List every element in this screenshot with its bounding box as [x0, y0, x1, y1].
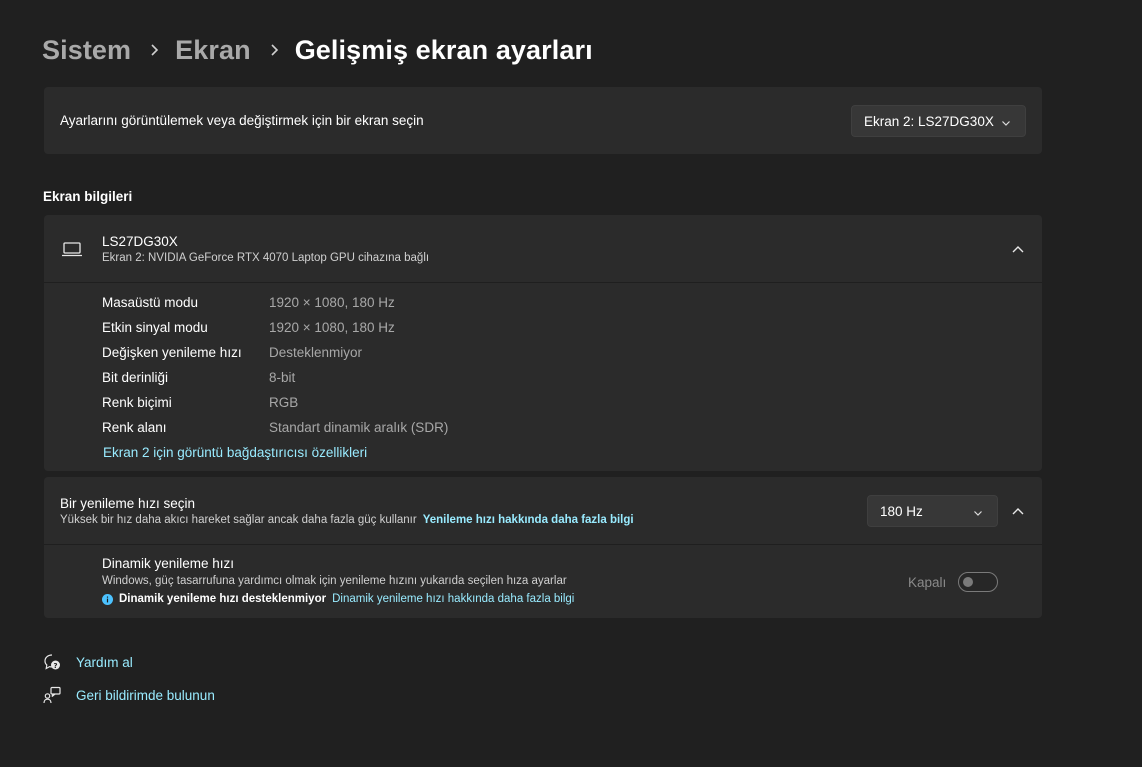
refresh-rate-description: Yüksek bir hız daha akıcı hareket sağlar…: [60, 514, 417, 526]
refresh-rate-description-row: Yüksek bir hız daha akıcı hareket sağlar…: [60, 514, 634, 526]
info-icon: [102, 593, 113, 605]
info-label: Masaüstü modu: [102, 294, 199, 310]
info-value: Standart dinamik aralık (SDR): [269, 419, 449, 435]
chevron-right-icon: [146, 42, 162, 58]
info-label: Renk biçimi: [102, 394, 172, 410]
collapse-refresh-rate-button[interactable]: [1003, 496, 1033, 526]
display-select-value: Ekran 2: LS27DG30X: [864, 113, 994, 129]
display-select-card: Ayarlarını görüntülemek veya değiştirmek…: [44, 87, 1042, 154]
collapse-display-info-button[interactable]: [1003, 234, 1033, 264]
feedback-link[interactable]: Geri bildirimde bulunun: [76, 688, 215, 703]
svg-text:?: ?: [53, 662, 57, 670]
feedback-icon: [42, 685, 62, 705]
refresh-rate-title: Bir yenileme hızı seçin: [60, 496, 196, 511]
laptop-icon: [61, 240, 83, 258]
chevron-down-icon: [1001, 116, 1011, 126]
info-value: 1920 × 1080, 180 Hz: [269, 294, 395, 310]
help-icon: ?: [42, 652, 62, 672]
info-row-color-format: Renk biçimi RGB: [102, 392, 298, 412]
info-label: Etkin sinyal modu: [102, 319, 208, 335]
refresh-rate-card: Bir yenileme hızı seçin Yüksek bir hız d…: [44, 477, 1042, 618]
display-select-dropdown[interactable]: Ekran 2: LS27DG30X: [851, 105, 1026, 137]
info-value: 8-bit: [269, 369, 296, 385]
dynamic-refresh-description: Windows, güç tasarrufuna yardımcı olmak …: [102, 575, 567, 587]
display-select-label: Ayarlarını görüntülemek veya değiştirmek…: [60, 113, 424, 128]
info-label: Değişken yenileme hızı: [102, 344, 242, 360]
display-subtitle: Ekran 2: NVIDIA GeForce RTX 4070 Laptop …: [102, 252, 430, 264]
breadcrumb: Sistem Ekran Gelişmiş ekran ayarları: [42, 30, 593, 70]
adapter-properties-link[interactable]: Ekran 2 için görüntü bağdaştırıcısı özel…: [103, 445, 367, 460]
info-row-variable-refresh: Değişken yenileme hızı Desteklenmiyor: [102, 342, 362, 362]
breadcrumb-sistem[interactable]: Sistem: [42, 35, 131, 66]
chevron-up-icon: [1012, 502, 1024, 520]
chevron-right-icon: [266, 42, 282, 58]
info-value: Desteklenmiyor: [269, 344, 363, 360]
display-name: LS27DG30X: [102, 234, 178, 249]
refresh-rate-value: 180 Hz: [880, 503, 923, 519]
info-value: RGB: [269, 394, 299, 410]
info-row-active-signal-mode: Etkin sinyal modu 1920 × 1080, 180 Hz: [102, 317, 395, 337]
feedback-link-row[interactable]: Geri bildirimde bulunun: [42, 685, 215, 705]
dynamic-refresh-title: Dinamik yenileme hızı: [102, 556, 235, 571]
info-row-bit-depth: Bit derinliği 8-bit: [102, 367, 295, 387]
dynamic-refresh-toggle-state: Kapalı: [908, 575, 947, 590]
divider: [44, 282, 1042, 283]
dynamic-refresh-learn-more-link[interactable]: Dinamik yenileme hızı hakkında daha fazl…: [332, 593, 574, 605]
help-link[interactable]: Yardım al: [76, 655, 133, 670]
dynamic-refresh-warning-row: Dinamik yenileme hızı desteklenmiyor Din…: [102, 593, 574, 605]
info-row-desktop-mode: Masaüstü modu 1920 × 1080, 180 Hz: [102, 292, 395, 312]
breadcrumb-ekran[interactable]: Ekran: [175, 35, 251, 66]
page-title: Gelişmiş ekran ayarları: [294, 34, 593, 65]
chevron-up-icon: [1012, 240, 1024, 258]
divider: [44, 544, 1042, 545]
info-label: Renk alanı: [102, 419, 167, 435]
refresh-rate-dropdown[interactable]: 180 Hz: [867, 495, 998, 527]
toggle-knob: [963, 577, 973, 587]
info-label: Bit derinliği: [102, 369, 169, 385]
chevron-down-icon: [973, 506, 983, 516]
section-title-display-info: Ekran bilgileri: [43, 189, 133, 204]
info-value: 1920 × 1080, 180 Hz: [269, 319, 395, 335]
refresh-rate-learn-more-link[interactable]: Yenileme hızı hakkında daha fazla bilgi: [423, 514, 634, 526]
dynamic-refresh-warning: Dinamik yenileme hızı desteklenmiyor: [119, 593, 327, 605]
dynamic-refresh-toggle[interactable]: [958, 572, 998, 592]
help-link-row[interactable]: ? Yardım al: [42, 652, 133, 672]
info-row-color-space: Renk alanı Standart dinamik aralık (SDR): [102, 417, 448, 437]
